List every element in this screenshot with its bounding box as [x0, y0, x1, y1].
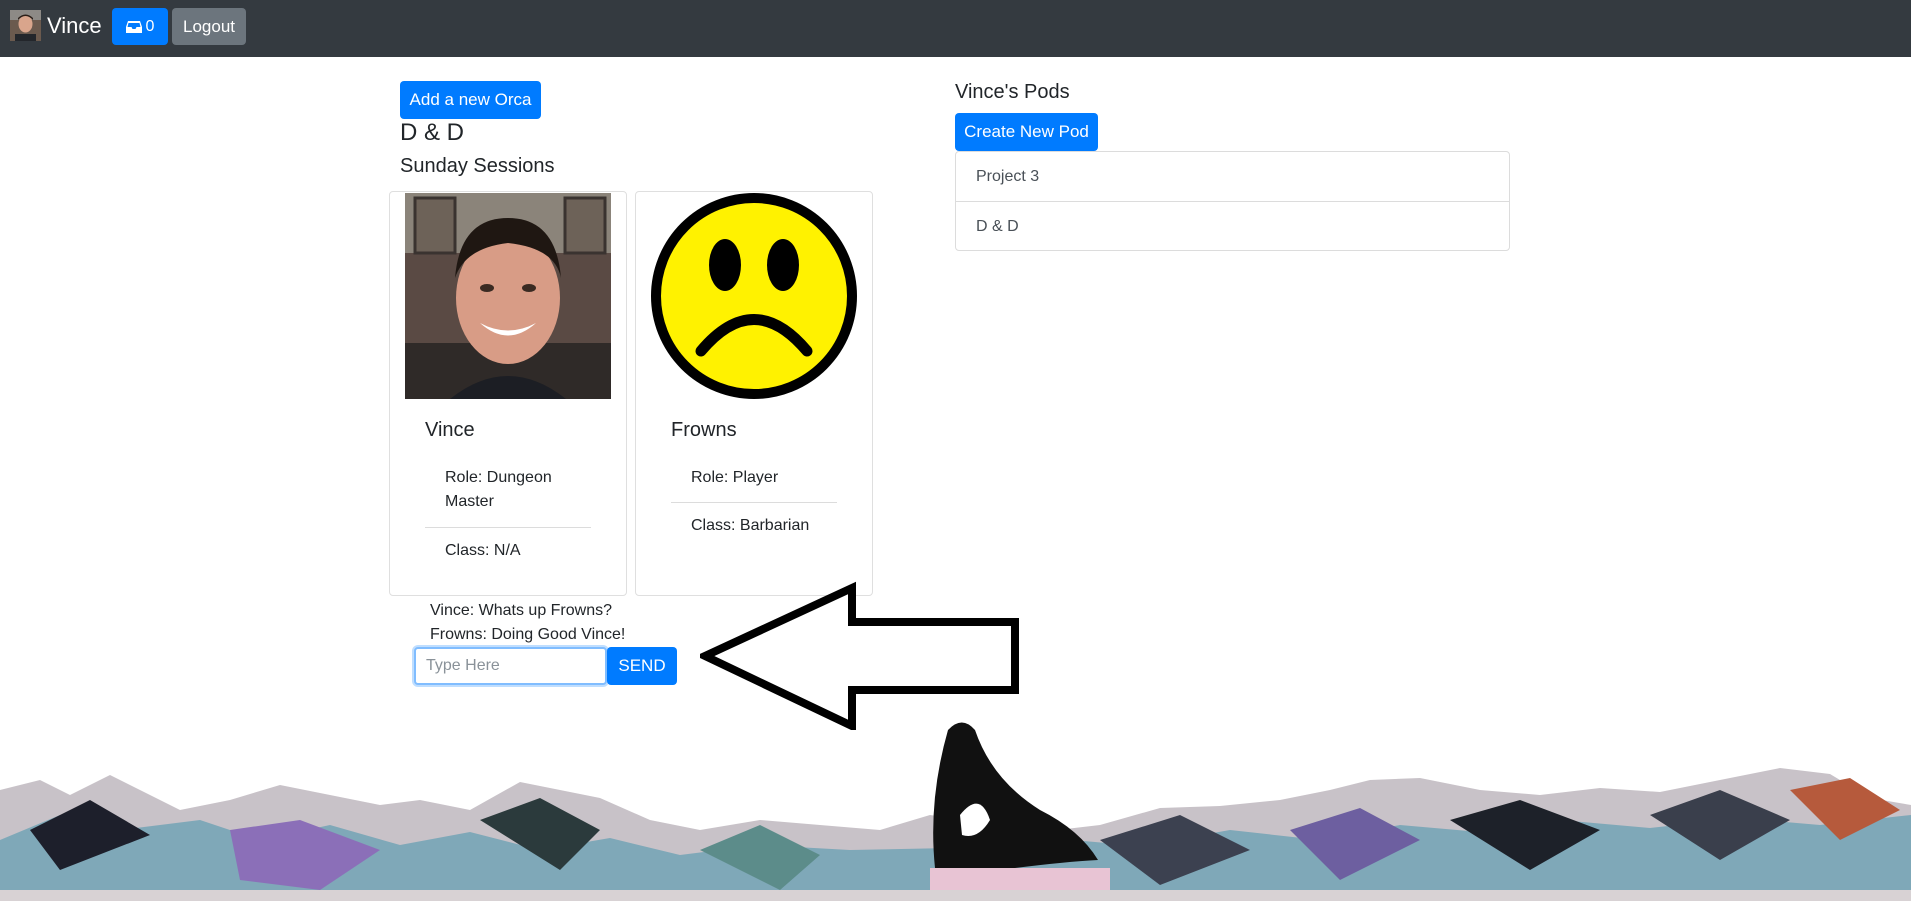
- user-avatar: [10, 10, 41, 41]
- send-button[interactable]: SEND: [607, 647, 677, 685]
- add-orca-button[interactable]: Add a new Orca: [400, 81, 541, 119]
- inbox-count: 0: [145, 17, 155, 35]
- mountain-landscape-image: [0, 722, 1911, 901]
- member-class: Class: Barbarian: [691, 517, 810, 534]
- pod-subtitle: Sunday Sessions: [400, 155, 555, 177]
- user-name: Vince: [47, 13, 102, 38]
- member-photo: [405, 193, 611, 399]
- member-card: Frowns Role: Player Class: Barbarian: [635, 191, 873, 596]
- pod-item-d-and-d[interactable]: D & D: [956, 201, 1509, 250]
- divider: [671, 502, 837, 503]
- inbox-button[interactable]: 0: [112, 8, 168, 45]
- pods-heading: Vince's Pods: [955, 81, 1070, 103]
- member-role: Role: Dungeon Master: [445, 469, 552, 510]
- chat-message: Frowns: Doing Good Vince!: [430, 626, 626, 643]
- chat-message: Vince: Whats up Frowns?: [430, 602, 613, 619]
- navbar: Vince 0 Logout: [0, 0, 1911, 57]
- sad-face-avatar: [651, 193, 857, 399]
- inbox-icon: [125, 20, 142, 33]
- chat-input[interactable]: [414, 647, 607, 685]
- create-pod-button[interactable]: Create New Pod: [955, 113, 1098, 151]
- divider: [425, 527, 591, 528]
- member-name: Vince: [425, 419, 475, 441]
- member-card: Vince Role: Dungeon Master Class: N/A: [389, 191, 627, 596]
- logout-button[interactable]: Logout: [172, 8, 246, 45]
- pod-list: Project 3 D & D: [955, 151, 1510, 251]
- arrow-left-icon: [700, 581, 1019, 730]
- brand[interactable]: Vince: [10, 10, 102, 41]
- member-class: Class: N/A: [445, 542, 521, 559]
- pod-item-project-3[interactable]: Project 3: [956, 152, 1509, 201]
- member-name: Frowns: [671, 419, 737, 441]
- member-role: Role: Player: [691, 469, 779, 486]
- pod-title: D & D: [400, 119, 465, 146]
